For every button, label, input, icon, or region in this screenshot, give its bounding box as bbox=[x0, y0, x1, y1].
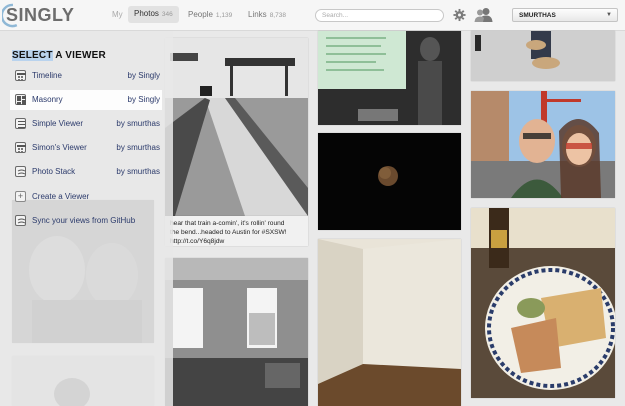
viewer-option-masonry[interactable]: Masonry by Singly bbox=[10, 90, 162, 110]
photo-tile-room-windows[interactable] bbox=[165, 258, 308, 406]
photo-tile-empty-room[interactable] bbox=[318, 239, 461, 406]
viewer-author: by Singly bbox=[127, 95, 160, 104]
nav-links-label: Links bbox=[248, 10, 267, 19]
stack-icon bbox=[15, 166, 26, 177]
nav-links-count: 8,738 bbox=[269, 12, 286, 19]
user-name: SMURTHAS bbox=[519, 12, 556, 19]
viewer-label: Photo Stack bbox=[32, 167, 76, 176]
viewer-label: Simple Viewer bbox=[32, 119, 83, 128]
top-bar: SINGLY My Photos 346 People 1,139 Links 8,7… bbox=[0, 0, 625, 31]
masonry-grid-icon bbox=[15, 94, 26, 105]
caption-line-2: the bend...headed to Austin for #SXSW! bbox=[170, 229, 287, 236]
photo-tile-presentation[interactable] bbox=[318, 31, 461, 125]
viewer-label: Timeline bbox=[32, 71, 62, 80]
sync-github-label: Sync your views from GitHub bbox=[32, 216, 136, 225]
viewer-label: Masonry bbox=[32, 95, 63, 104]
create-viewer-label: Create a Viewer bbox=[32, 192, 90, 201]
photo-caption-tile[interactable]: hear that train a-comin', it's rollin' r… bbox=[165, 216, 308, 246]
panel-title-highlight: SELECT bbox=[12, 50, 53, 61]
viewer-option-simple-viewer[interactable]: Simple Viewer by smurthas bbox=[10, 114, 162, 134]
nav-people-label: People bbox=[188, 10, 213, 19]
photo-tile-couple-bridge[interactable] bbox=[471, 91, 615, 198]
nav-my-label: My bbox=[112, 10, 123, 19]
people-icon[interactable] bbox=[474, 7, 493, 22]
list-icon bbox=[15, 118, 26, 129]
gear-icon[interactable] bbox=[453, 8, 466, 22]
photo-tile-food-plate[interactable] bbox=[471, 208, 615, 398]
create-viewer-link[interactable]: + Create a Viewer bbox=[10, 187, 162, 207]
viewer-select-panel: SELECT A VIEWER Timeline by Singly Mason… bbox=[0, 31, 173, 406]
sync-github-link[interactable]: Sync your views from GitHub bbox=[10, 211, 162, 231]
plus-icon: + bbox=[15, 191, 26, 202]
calendar-icon bbox=[15, 70, 26, 81]
user-select-dropdown[interactable]: SMURTHAS ▼ bbox=[512, 8, 618, 22]
viewer-author: by smurthas bbox=[116, 167, 160, 176]
nav-people[interactable]: People 1,139 bbox=[188, 10, 232, 19]
search-input[interactable]: Search... bbox=[315, 9, 444, 22]
viewer-option-simons-viewer[interactable]: Simon's Viewer by smurthas bbox=[10, 138, 162, 158]
calendar-icon bbox=[15, 142, 26, 153]
caption-link[interactable]: http://t.co/Y6q8jdw bbox=[170, 237, 224, 246]
panel-title-rest: A VIEWER bbox=[52, 50, 106, 61]
caption-line-1: hear that train a-comin', it's rollin' r… bbox=[170, 220, 285, 227]
nav-photos[interactable]: Photos 346 bbox=[128, 6, 179, 23]
nav-links[interactable]: Links 8,738 bbox=[248, 10, 286, 19]
photo-tile-shoes[interactable] bbox=[471, 31, 615, 81]
nav-photos-label: Photos bbox=[134, 9, 159, 18]
chevron-down-icon: ▼ bbox=[606, 12, 612, 18]
photo-tile-moon[interactable] bbox=[318, 133, 461, 230]
nav-people-count: 1,139 bbox=[215, 12, 233, 19]
photo-tile-train-platform[interactable] bbox=[165, 38, 308, 216]
sync-icon bbox=[15, 215, 26, 226]
viewer-author: by smurthas bbox=[116, 119, 160, 128]
viewer-option-photo-stack[interactable]: Photo Stack by smurthas bbox=[10, 162, 162, 182]
viewer-author: by smurthas bbox=[116, 143, 160, 152]
panel-title: SELECT A VIEWER bbox=[12, 50, 106, 61]
nav-photos-count: 346 bbox=[161, 11, 173, 18]
viewer-author: by Singly bbox=[127, 71, 160, 80]
viewer-option-timeline[interactable]: Timeline by Singly bbox=[10, 66, 162, 86]
viewer-label: Simon's Viewer bbox=[32, 143, 87, 152]
logo-text[interactable]: SINGLY bbox=[6, 5, 74, 26]
